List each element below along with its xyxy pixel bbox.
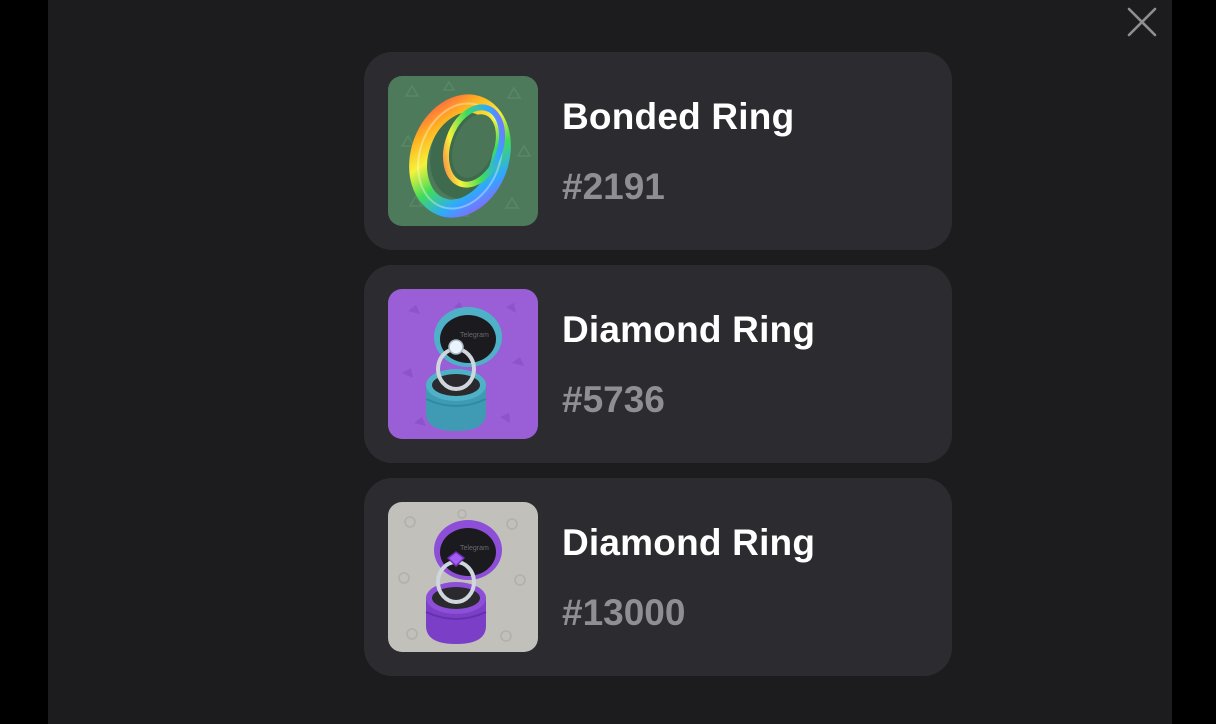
gift-card-diamond-ring[interactable]: Telegram Diamond Ring #13000: [364, 478, 952, 676]
svg-text:Telegram: Telegram: [460, 545, 489, 552]
gift-name: Diamond Ring: [562, 522, 816, 563]
gift-list-panel: Bonded Ring #2191 Telegram Diamond Ring …: [48, 0, 1172, 724]
gift-number: #5736: [562, 379, 665, 420]
gift-card-bonded-ring[interactable]: Bonded Ring #2191: [364, 52, 952, 250]
gift-card-diamond-ring[interactable]: Telegram Diamond Ring #5736: [364, 265, 952, 463]
gift-thumbnail: [388, 76, 538, 226]
gift-name: Diamond Ring: [562, 309, 816, 350]
gift-number: #13000: [562, 592, 686, 633]
gift-list: Bonded Ring #2191 Telegram Diamond Ring …: [364, 52, 952, 691]
close-icon: [1127, 7, 1157, 37]
purple-ring-box-icon: Telegram: [388, 502, 538, 652]
rainbow-ring-icon: [388, 76, 538, 226]
gift-thumbnail: Telegram: [388, 502, 538, 652]
svg-text:Telegram: Telegram: [460, 332, 489, 339]
gift-thumbnail: Telegram: [388, 289, 538, 439]
gift-name: Bonded Ring: [562, 96, 795, 137]
gift-number: #2191: [562, 166, 665, 207]
close-button[interactable]: [1124, 4, 1160, 40]
blue-ring-box-icon: Telegram: [388, 289, 538, 439]
